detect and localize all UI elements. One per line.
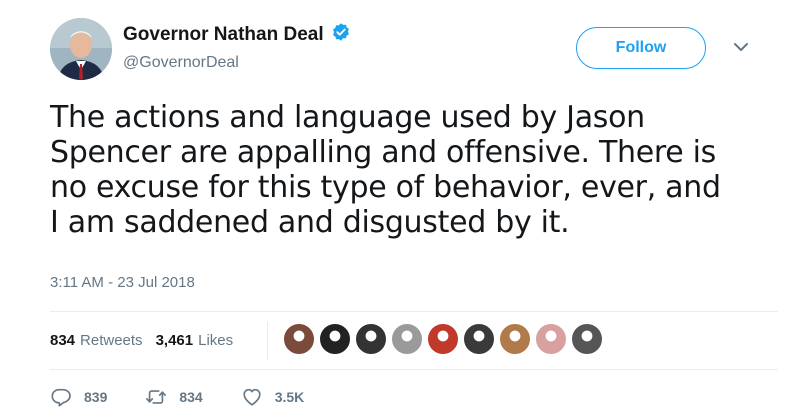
liker-avatar-5[interactable] bbox=[427, 323, 459, 355]
likes-count[interactable]: 3,461 bbox=[156, 332, 194, 349]
verified-badge-icon bbox=[324, 22, 351, 47]
retweets-label[interactable]: Retweets bbox=[80, 332, 143, 349]
follow-button[interactable]: Follow bbox=[576, 27, 706, 69]
liker-avatar-3[interactable] bbox=[355, 323, 387, 355]
author-avatar[interactable] bbox=[50, 18, 112, 80]
reply-action[interactable]: 839 bbox=[50, 386, 107, 408]
retweet-count: 834 bbox=[179, 389, 203, 405]
reply-count: 839 bbox=[84, 389, 108, 405]
tweet-text-line: Spencer are appalling and offensive. The… bbox=[50, 135, 716, 170]
retweets-count[interactable]: 834 bbox=[50, 332, 75, 349]
liker-avatar-2[interactable] bbox=[319, 323, 351, 355]
retweet-action[interactable]: 834 bbox=[145, 386, 203, 408]
tweet-text-line: I am saddened and disgusted by it. bbox=[50, 205, 570, 240]
likes-label[interactable]: Likes bbox=[198, 332, 233, 349]
author-handle[interactable]: @GovernorDeal bbox=[123, 54, 239, 72]
liker-avatar-9[interactable] bbox=[571, 323, 603, 355]
tweet-stats: 834 Retweets 3,461 Likes bbox=[50, 332, 246, 349]
tweet-text: The actions and language used by Jason S… bbox=[50, 100, 770, 240]
liker-avatar-8[interactable] bbox=[535, 323, 567, 355]
retweet-icon bbox=[146, 390, 167, 404]
like-count: 3.5K bbox=[274, 389, 305, 405]
liker-avatars bbox=[283, 323, 607, 357]
tweet-actions: 839 834 3.5K bbox=[50, 386, 342, 408]
tweet-text-line: The actions and language used by Jason bbox=[50, 100, 645, 135]
chevron-down-icon[interactable] bbox=[730, 38, 752, 56]
author-name-row: Governor Nathan Deal bbox=[123, 22, 351, 47]
heart-icon bbox=[243, 388, 261, 406]
divider bbox=[50, 311, 778, 312]
tweet-header: Governor Nathan Deal @GovernorDeal Follo… bbox=[50, 18, 770, 80]
stats-divider bbox=[267, 322, 268, 360]
author-display-name[interactable]: Governor Nathan Deal bbox=[123, 24, 324, 46]
like-action[interactable]: 3.5K bbox=[241, 386, 305, 408]
divider bbox=[50, 369, 778, 370]
reply-icon bbox=[51, 388, 71, 407]
liker-avatar-4[interactable] bbox=[391, 323, 423, 355]
liker-avatar-1[interactable] bbox=[283, 323, 315, 355]
tweet-text-line: no excuse for this type of behavior, eve… bbox=[50, 170, 721, 205]
liker-avatar-7[interactable] bbox=[499, 323, 531, 355]
liker-avatar-6[interactable] bbox=[463, 323, 495, 355]
tweet-timestamp[interactable]: 3:11 AM - 23 Jul 2018 bbox=[50, 274, 195, 291]
